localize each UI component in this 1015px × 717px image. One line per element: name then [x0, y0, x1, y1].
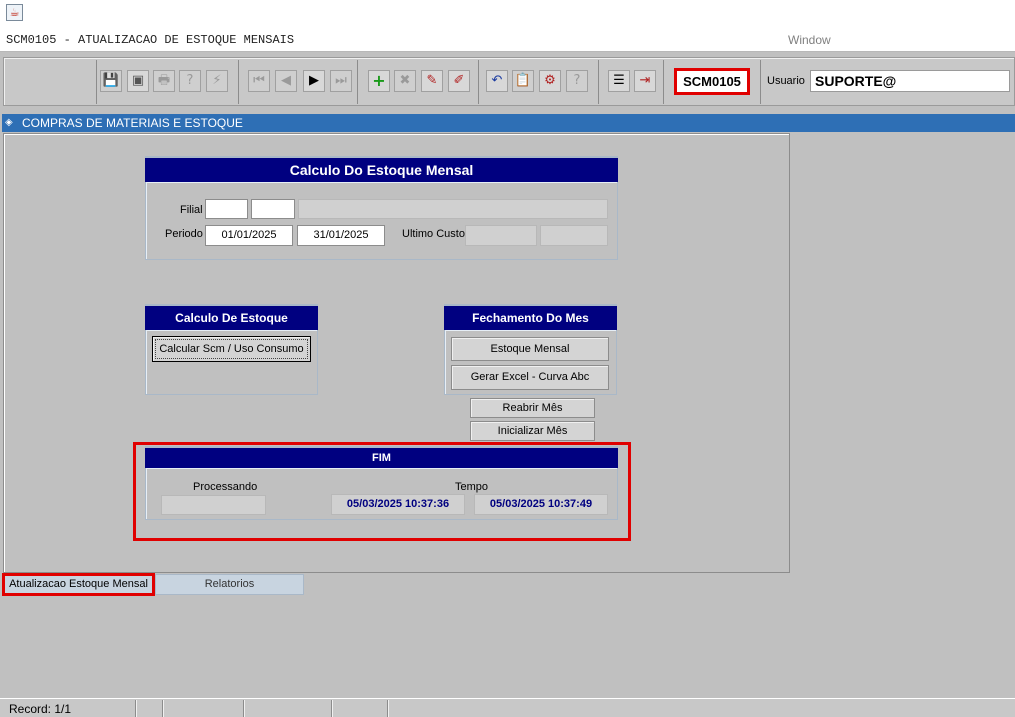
- processando-label: Processando: [193, 481, 258, 493]
- form-code-badge: SCM0105: [674, 68, 750, 95]
- first-record-icon[interactable]: ⏮: [248, 70, 270, 92]
- reabrir-mes-button[interactable]: Reabrir Mês: [470, 398, 595, 418]
- calc-panel: [145, 181, 618, 260]
- exit-icon[interactable]: ⇥: [634, 70, 656, 92]
- toolbar-separator: [760, 60, 761, 104]
- estoque-mensal-button[interactable]: Estoque Mensal: [451, 337, 609, 361]
- menu-icon[interactable]: ☰: [608, 70, 630, 92]
- undo-icon[interactable]: ↶: [486, 70, 508, 92]
- record-status: Record: 1/1: [9, 702, 72, 716]
- processando-field: [161, 495, 266, 515]
- periodo-label: Periodo: [165, 228, 203, 240]
- tempo-start-field: 05/03/2025 10:37:36: [331, 494, 465, 515]
- edit-record-icon[interactable]: ✎: [421, 70, 443, 92]
- ultimo-custo-field-2: [540, 225, 608, 246]
- insert-record-icon[interactable]: +: [368, 70, 390, 92]
- gerar-excel-button[interactable]: Gerar Excel - Curva Abc: [451, 365, 609, 390]
- app-bar: [0, 0, 1015, 28]
- tab-relatorios[interactable]: Relatorios: [155, 574, 304, 595]
- toolbar-separator: [96, 60, 97, 104]
- toolbar-separator: [478, 60, 479, 104]
- save-icon[interactable]: 💾: [100, 70, 122, 92]
- tempo-label: Tempo: [455, 481, 489, 493]
- estoque-panel-title: Calculo De Estoque: [145, 304, 318, 330]
- status-divider: [135, 700, 136, 717]
- status-divider: [387, 700, 388, 717]
- help-icon[interactable]: ?: [566, 70, 588, 92]
- tempo-end-field: 05/03/2025 10:37:49: [474, 494, 608, 515]
- user-field[interactable]: SUPORTE@: [810, 70, 1010, 92]
- clear-record-icon[interactable]: ✐: [448, 70, 470, 92]
- filial-sub-field[interactable]: [251, 199, 295, 219]
- module-icon: ◈: [5, 117, 13, 128]
- window-menu[interactable]: Window: [788, 33, 831, 47]
- delete-record-icon[interactable]: ✖: [394, 70, 416, 92]
- query-icon[interactable]: ?: [179, 70, 201, 92]
- status-divider: [162, 700, 163, 717]
- java-cup-icon: ☕: [6, 4, 23, 21]
- window-icon[interactable]: ▣: [127, 70, 149, 92]
- clipboard-icon[interactable]: 📋: [512, 70, 534, 92]
- status-bar: [0, 698, 1015, 717]
- status-divider: [331, 700, 332, 717]
- fim-panel-title: FIM: [145, 446, 618, 468]
- calc-panel-title: Calculo Do Estoque Mensal: [145, 156, 618, 182]
- filial-label: Filial: [180, 204, 203, 216]
- toolbar-separator: [357, 60, 358, 104]
- periodo-end-field[interactable]: 31/01/2025: [297, 225, 385, 246]
- user-label: Usuario: [767, 75, 805, 87]
- filial-code-field[interactable]: [205, 199, 248, 219]
- tab-atualizacao[interactable]: Atualizacao Estoque Mensal: [2, 573, 155, 596]
- print-icon[interactable]: 🖶: [153, 70, 175, 92]
- last-record-icon[interactable]: ⏭: [330, 70, 352, 92]
- module-header: COMPRAS DE MATERIAIS E ESTOQUE: [2, 114, 1015, 132]
- filial-name-field: [298, 199, 608, 219]
- status-divider: [243, 700, 244, 717]
- toolbar-separator: [598, 60, 599, 104]
- execute-query-icon[interactable]: ⚡: [206, 70, 228, 92]
- inicializar-mes-button[interactable]: Inicializar Mês: [470, 421, 595, 441]
- calcular-scm-button[interactable]: Calcular Scm / Uso Consumo: [152, 336, 311, 362]
- fechamento-panel-title: Fechamento Do Mes: [444, 304, 617, 330]
- ultimo-custo-field-1: [465, 225, 537, 246]
- prev-record-icon[interactable]: ◀: [275, 70, 297, 92]
- ultimo-custo-label: Ultimo Custo: [402, 228, 465, 240]
- periodo-start-field[interactable]: 01/01/2025: [205, 225, 293, 246]
- next-record-icon[interactable]: ▶: [303, 70, 325, 92]
- toolbar-separator: [663, 60, 664, 104]
- form-title: SCM0105 - ATUALIZACAO DE ESTOQUE MENSAIS: [6, 33, 295, 47]
- toolbar-separator: [238, 60, 239, 104]
- settings-icon[interactable]: ⚙: [539, 70, 561, 92]
